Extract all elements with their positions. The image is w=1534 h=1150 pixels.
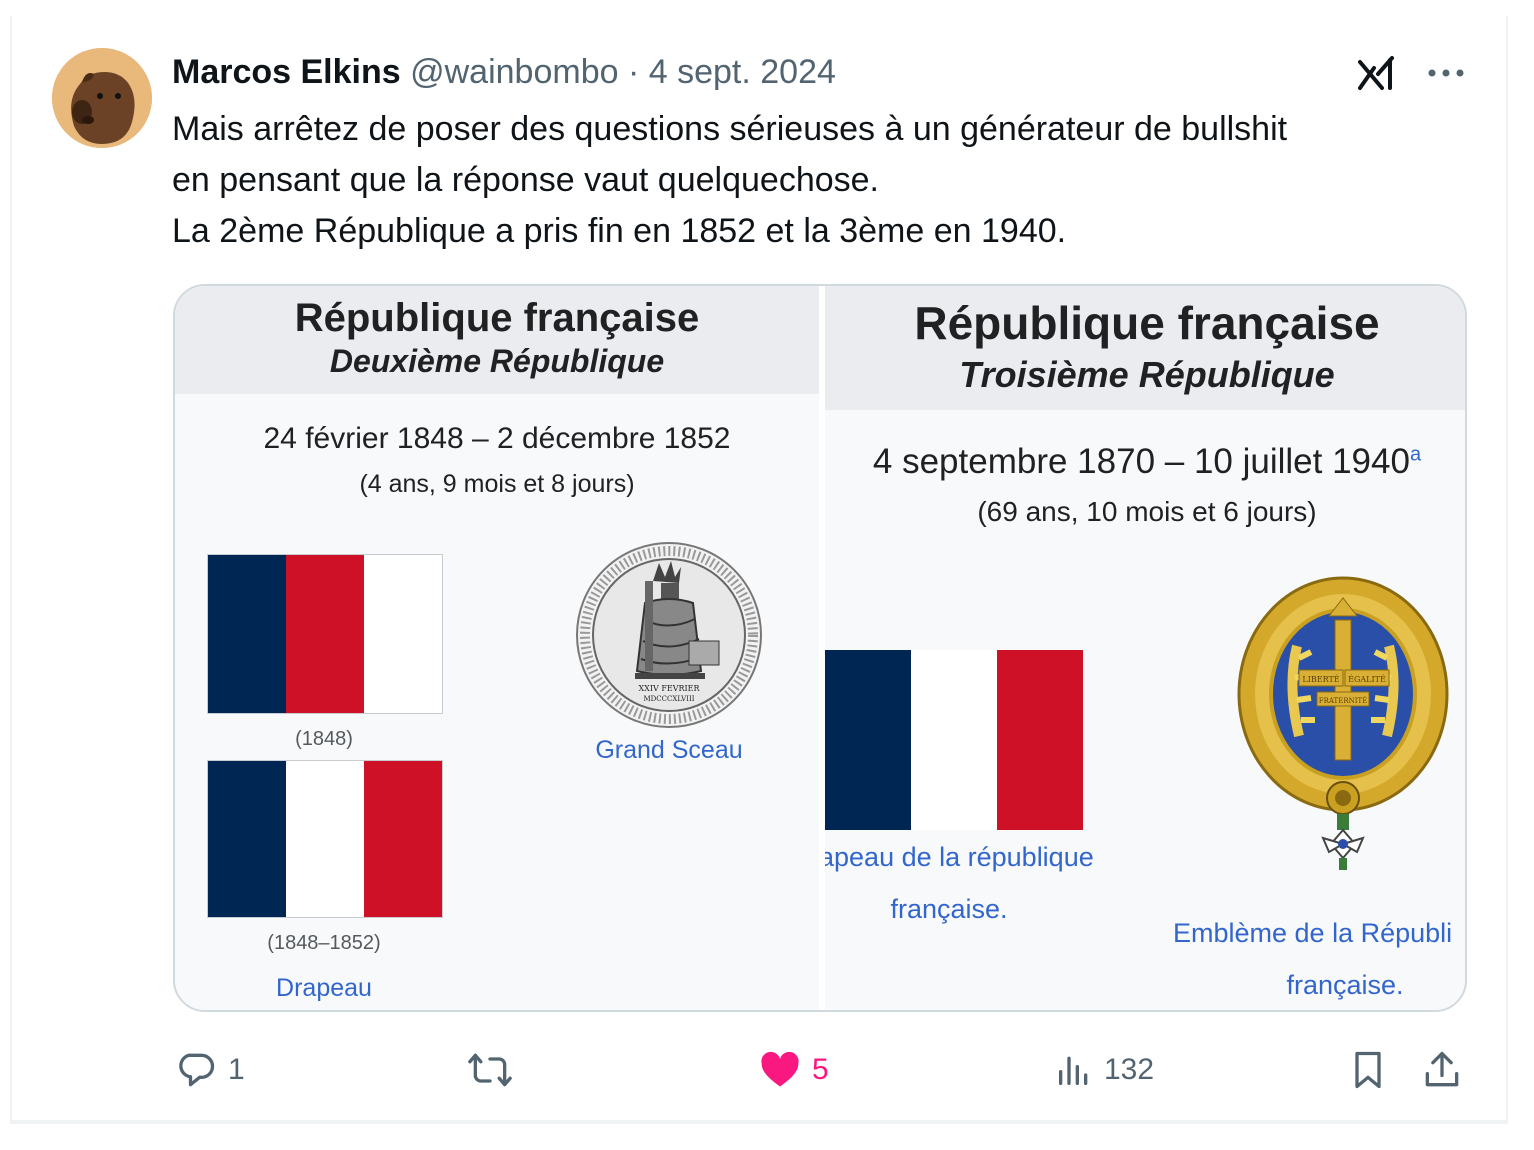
infobox-subtitle: Troisième République — [959, 354, 1335, 395]
like-button[interactable]: 5 — [758, 1042, 829, 1098]
author-name[interactable]: Marcos Elkins — [172, 53, 401, 91]
infobox-duration: (69 ans, 10 mois et 6 jours) — [977, 496, 1317, 527]
grok-icon — [1358, 56, 1394, 90]
emblem-icon: LIBERTÉ ÉGALITÉ FRATERNITÉ — [1237, 576, 1449, 870]
infobox-title: République française — [914, 297, 1380, 349]
like-count: 5 — [812, 1053, 829, 1086]
flag-1848 — [207, 554, 443, 714]
great-seal-image: XXIV FEVRIER MDCCCXLVIII — [575, 541, 763, 729]
tweet-date[interactable]: 4 sept. 2024 — [649, 53, 836, 91]
footnote-link[interactable]: a — [1410, 443, 1421, 465]
tweet-text-line: La 2ème République a pris fin en 1852 et… — [172, 212, 1067, 250]
seal-text: MDCCCXLVIII — [644, 695, 695, 703]
tweet-header: Marcos Elkins @wainbombo · 4 sept. 2024 — [172, 50, 836, 94]
divider — [10, 1122, 1508, 1124]
tweet-text-line: en pensant que la réponse vaut quelquech… — [172, 161, 879, 199]
emblem-link-line[interactable]: Emblème de la Républi — [1173, 918, 1465, 949]
more-button[interactable] — [1424, 58, 1468, 88]
flag-1848-1852 — [207, 760, 443, 918]
grok-button[interactable] — [1356, 54, 1400, 94]
author-handle[interactable]: @wainbombo — [410, 53, 618, 91]
flag-third-republic — [825, 650, 1083, 830]
bookmark-icon — [1355, 1051, 1381, 1089]
share-icon — [1425, 1051, 1459, 1087]
media-image-second-republic[interactable]: République française Deuxième République… — [175, 286, 819, 1010]
infobox-duration: (4 ans, 9 mois et 8 jours) — [359, 470, 635, 498]
more-icon — [1428, 69, 1464, 77]
emblem-image: LIBERTÉ ÉGALITÉ FRATERNITÉ — [1237, 576, 1449, 906]
flag-link-line[interactable]: française. — [825, 894, 1073, 925]
seal-icon: XXIV FEVRIER MDCCCXLVIII — [576, 542, 762, 728]
infobox-header: République française Troisième Républiqu… — [825, 286, 1465, 410]
seal-link[interactable]: Grand Sceau — [569, 736, 769, 765]
avatar[interactable] — [52, 48, 152, 148]
tweet-text-line: Mais arrêtez de poser des questions séri… — [172, 110, 1288, 148]
header-separator: · — [627, 53, 640, 91]
heart-filled-icon — [761, 1051, 799, 1087]
repost-button[interactable] — [466, 1042, 524, 1098]
media-image-third-republic[interactable]: République française Troisième Républiqu… — [825, 286, 1465, 1010]
capybara-avatar-icon — [52, 48, 152, 148]
tweet-text: Mais arrêtez de poser des questions séri… — [172, 104, 1472, 257]
emblem-word: LIBERTÉ — [1302, 675, 1339, 684]
tweet-actions: 1 5 132 — [0, 1042, 1534, 1098]
seal-text: XXIV FEVRIER — [638, 684, 700, 693]
infobox-dates-text: 4 septembre 1870 – 10 juillet 1940 — [872, 442, 1410, 481]
views-chart-icon — [1059, 1056, 1088, 1085]
repost-icon — [468, 1053, 512, 1087]
infobox-dates: 4 septembre 1870 – 10 juillet 1940a — [825, 442, 1465, 482]
infobox-subtitle: Deuxième République — [329, 343, 665, 379]
view-count: 132 — [1104, 1053, 1155, 1086]
infobox-title: République française — [294, 296, 700, 340]
reply-icon — [179, 1053, 215, 1087]
flag-link[interactable]: Drapeau — [207, 974, 441, 1003]
share-button[interactable] — [1420, 1042, 1464, 1098]
views-button[interactable]: 132 — [1054, 1042, 1154, 1098]
emblem-word: FRATERNITÉ — [1319, 696, 1368, 705]
bookmark-button[interactable] — [1346, 1042, 1390, 1098]
reply-button[interactable]: 1 — [174, 1042, 245, 1098]
emblem-link-line[interactable]: française. — [1235, 970, 1455, 1001]
flag-caption-1848-1852: (1848–1852) — [267, 932, 381, 954]
flag-link-line[interactable]: apeau de la république — [825, 842, 1119, 873]
emblem-word: ÉGALITÉ — [1348, 675, 1386, 684]
infobox-header: République française Deuxième République — [175, 286, 819, 394]
tweet-media[interactable]: République française Deuxième République… — [173, 284, 1467, 1012]
reply-count: 1 — [228, 1053, 245, 1086]
infobox-dates: 24 février 1848 – 2 décembre 1852 — [263, 422, 731, 455]
flag-caption-1848: (1848) — [295, 728, 353, 750]
